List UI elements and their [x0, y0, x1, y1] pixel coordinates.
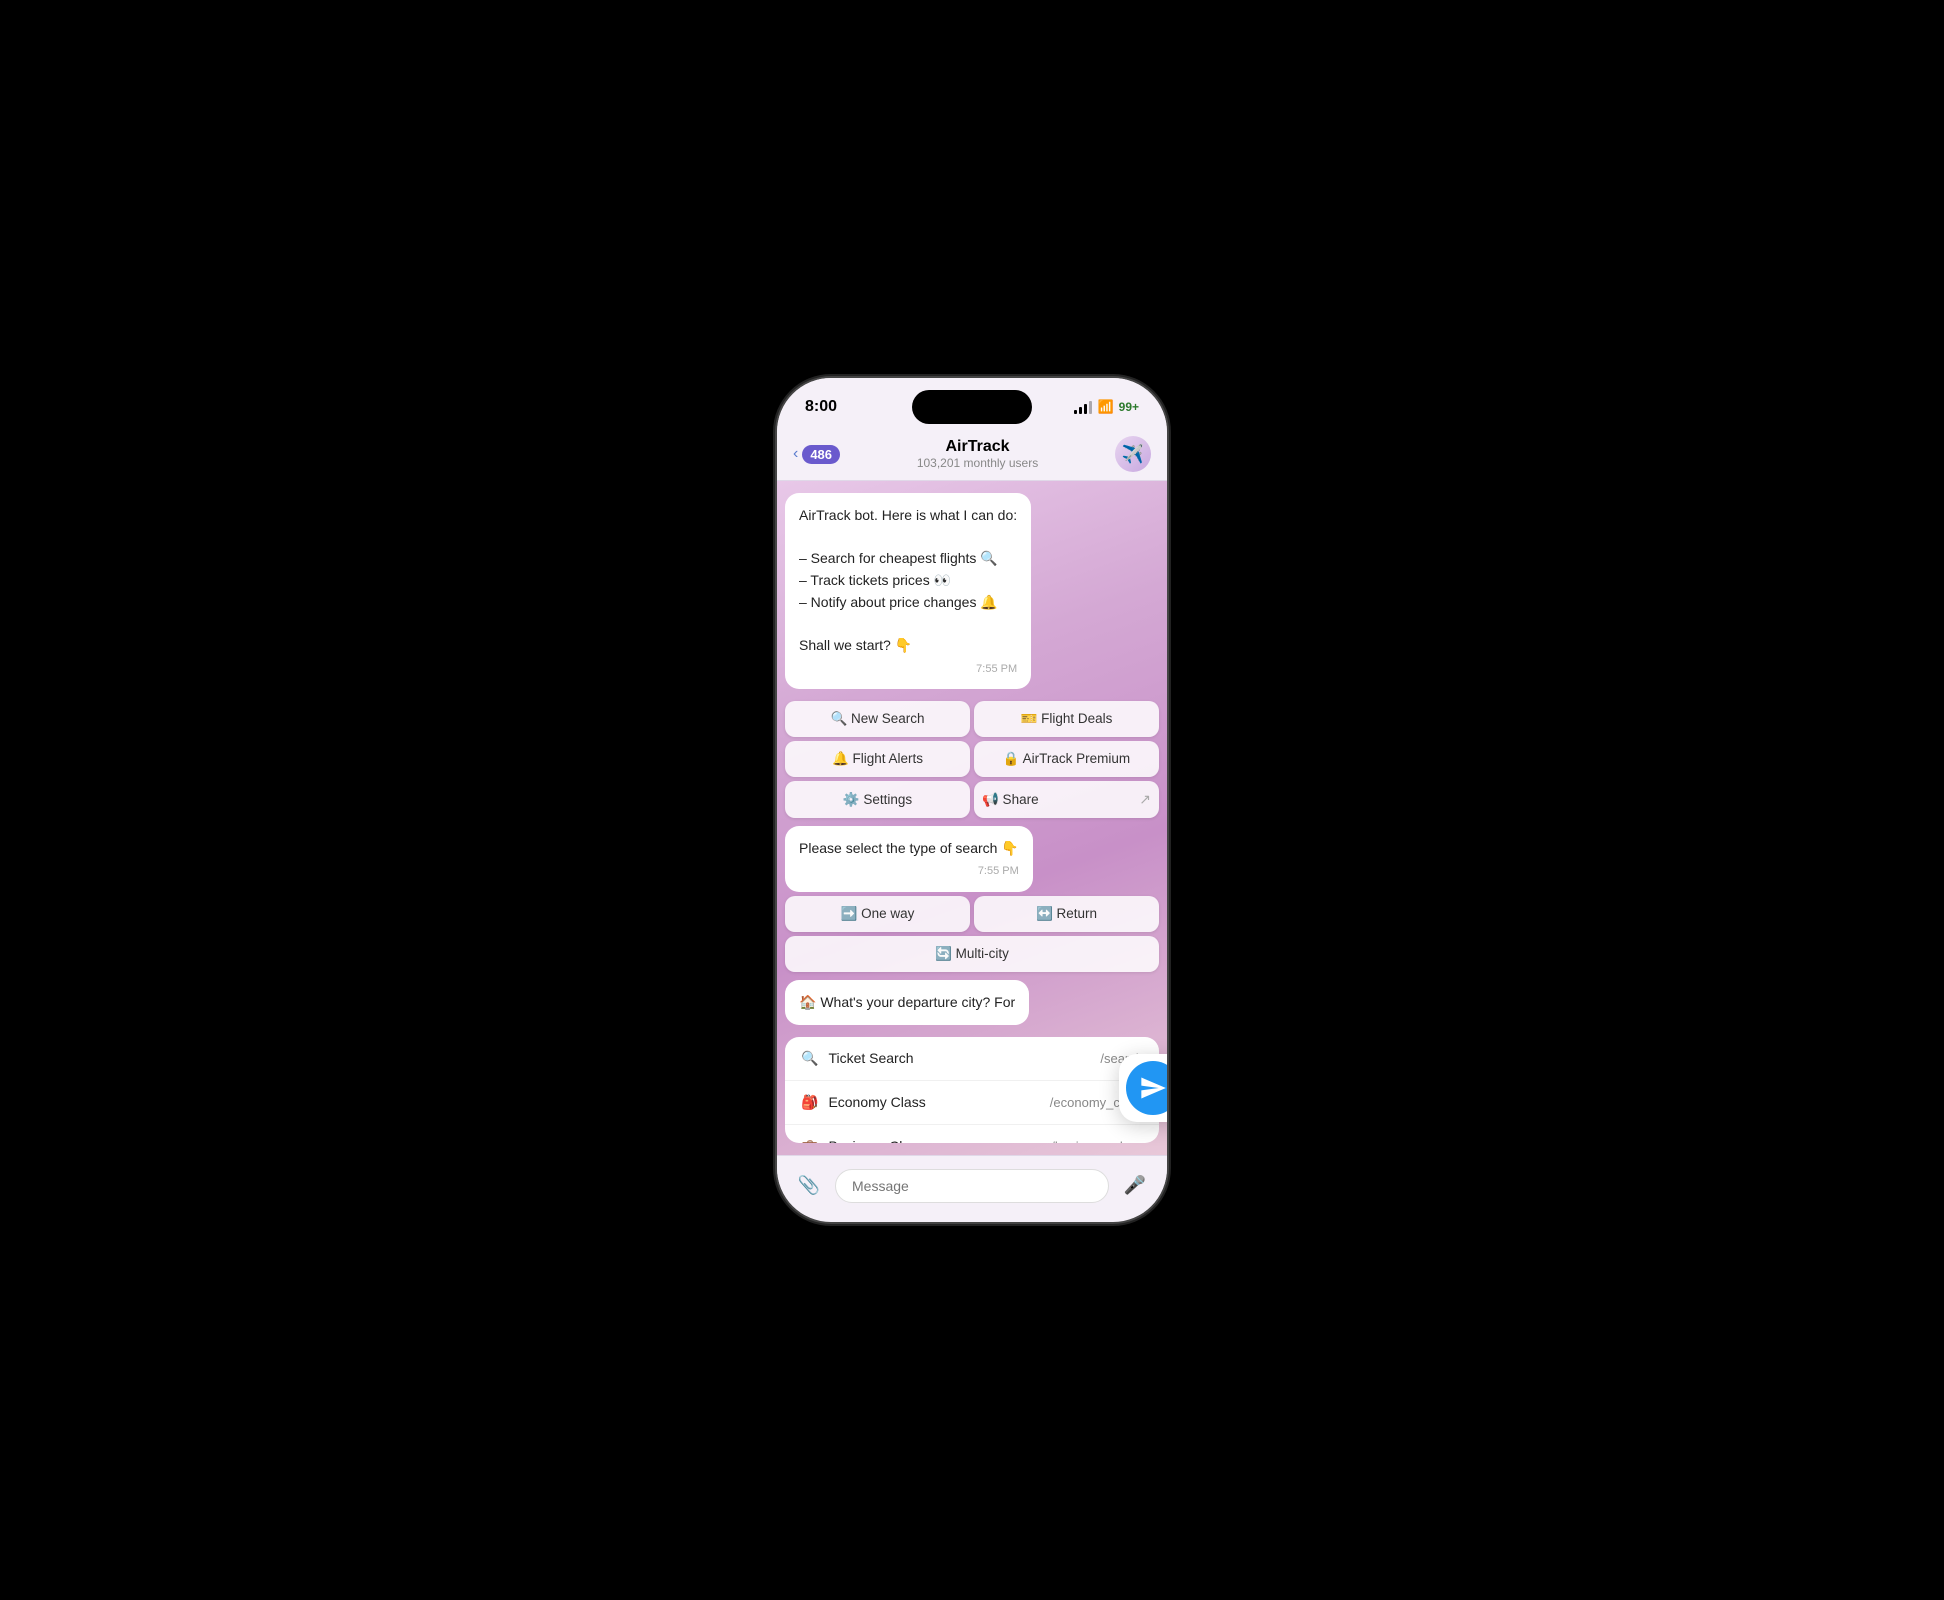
suggestion-business[interactable]: 💼 Business Class /business_class — [785, 1125, 1159, 1143]
multi-city-button[interactable]: 🔄 Multi-city — [785, 936, 1159, 972]
departure-bubble: 🏠 What's your departure city? For — [785, 980, 1029, 1025]
battery-indicator: 99+ — [1119, 400, 1139, 414]
chat-avatar[interactable]: ✈️ — [1115, 436, 1151, 472]
suggestion-menu: 🔍 Ticket Search /search 🎒 Economy Class … — [785, 1037, 1159, 1143]
search-type-text: Please select the type of search 👇 — [799, 838, 1019, 859]
intro-message-time: 7:55 PM — [799, 661, 1017, 678]
main-keyboard: 🔍 New Search 🎫 Flight Deals 🔔 Flight Ale… — [785, 701, 1159, 818]
back-chevron: ‹ — [793, 445, 798, 463]
suggestion-label-1: Ticket Search — [828, 1050, 913, 1066]
flight-alerts-button[interactable]: 🔔 Flight Alerts — [785, 741, 970, 777]
suggestion-emoji-3: 💼 — [801, 1138, 818, 1143]
suggestion-economy[interactable]: 🎒 Economy Class /economy_class — [785, 1081, 1159, 1125]
airtrack-premium-button[interactable]: 🔒 AirTrack Premium — [974, 741, 1159, 777]
message-input[interactable] — [835, 1169, 1109, 1203]
search-type-bubble: Please select the type of search 👇 7:55 … — [785, 826, 1033, 892]
bar1 — [1074, 410, 1077, 414]
chat-area: AirTrack bot. Here is what I can do: – S… — [777, 481, 1167, 1155]
one-way-button[interactable]: ➡️ One way — [785, 896, 970, 932]
chat-header: ‹ 486 AirTrack 103,201 monthly users ✈️ — [777, 428, 1167, 481]
chat-header-info: AirTrack 103,201 monthly users — [850, 438, 1105, 470]
share-arrow-icon: ↗ — [1139, 791, 1151, 808]
telegram-fab[interactable] — [1119, 1054, 1167, 1122]
settings-button[interactable]: ⚙️ Settings — [785, 781, 970, 818]
chat-title: AirTrack — [850, 438, 1105, 456]
intro-message-text: AirTrack bot. Here is what I can do: – S… — [799, 505, 1017, 657]
departure-text: 🏠 What's your departure city? For — [799, 994, 1015, 1010]
suggestion-label-2: Economy Class — [828, 1094, 925, 1110]
intro-message-bubble: AirTrack bot. Here is what I can do: – S… — [785, 493, 1031, 689]
multi-city-row: 🔄 Multi-city — [785, 936, 1159, 972]
share-button[interactable]: 📢 Share ↗ — [974, 781, 1159, 818]
bar2 — [1079, 407, 1082, 414]
bar4 — [1089, 401, 1092, 414]
wifi-icon: 📶 — [1097, 399, 1113, 415]
suggestion-ticket-search[interactable]: 🔍 Ticket Search /search — [785, 1037, 1159, 1081]
phone-shell: 8:00 📶 99+ ‹ 486 AirTrack 103,201 monthl… — [777, 378, 1167, 1222]
bottom-bar: 📎 🎤 — [777, 1155, 1167, 1215]
status-icons: 📶 99+ — [1074, 399, 1139, 415]
suggestion-left-1: 🔍 Ticket Search — [801, 1050, 914, 1067]
back-button[interactable]: ‹ 486 — [793, 445, 840, 464]
suggestion-left-2: 🎒 Economy Class — [801, 1094, 926, 1111]
status-time: 8:00 — [805, 398, 837, 416]
suggestion-emoji-2: 🎒 — [801, 1094, 818, 1111]
chat-subtitle: 103,201 monthly users — [850, 456, 1105, 470]
suggestion-emoji-1: 🔍 — [801, 1050, 818, 1067]
signal-bars — [1074, 400, 1092, 414]
attachment-button[interactable]: 📎 — [793, 1170, 825, 1202]
telegram-icon — [1139, 1074, 1167, 1102]
suggestion-cmd-3: /business_class — [1051, 1139, 1143, 1143]
telegram-fab-inner — [1126, 1061, 1167, 1115]
back-badge: 486 — [802, 445, 840, 464]
search-type-section: Please select the type of search 👇 7:55 … — [785, 826, 1159, 972]
suggestion-left-3: 💼 Business Class — [801, 1138, 924, 1143]
new-search-button[interactable]: 🔍 New Search — [785, 701, 970, 737]
mic-button[interactable]: 🎤 — [1119, 1170, 1151, 1202]
suggestion-label-3: Business Class — [828, 1138, 924, 1143]
search-type-time: 7:55 PM — [799, 863, 1019, 880]
return-button[interactable]: ↔️ Return — [974, 896, 1159, 932]
search-type-keyboard: ➡️ One way ↔️ Return — [785, 896, 1159, 932]
flight-deals-button[interactable]: 🎫 Flight Deals — [974, 701, 1159, 737]
bar3 — [1084, 404, 1087, 414]
dynamic-island — [912, 390, 1032, 424]
